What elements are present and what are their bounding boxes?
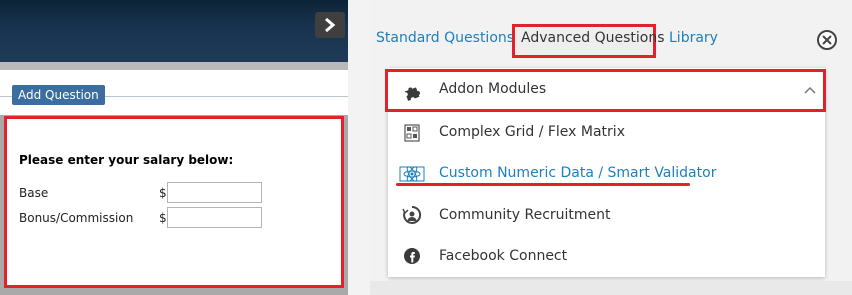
bonus-commission-input[interactable] [167, 207, 262, 228]
panel-footer [370, 281, 852, 295]
atom-icon [399, 166, 425, 182]
bonus-commission-label: Bonus/Commission [19, 211, 134, 225]
base-currency: $ [159, 186, 167, 200]
chevron-up-icon[interactable] [804, 86, 816, 94]
pane-divider [348, 0, 370, 295]
bonus-currency: $ [159, 211, 167, 225]
add-question-button[interactable]: Add Question [12, 85, 105, 105]
menu-item-complex-grid[interactable]: Complex Grid / Flex Matrix [439, 124, 625, 140]
menu-item-community-recruitment[interactable]: Community Recruitment [439, 207, 611, 223]
facebook-icon [404, 248, 420, 264]
puzzle-icon [404, 87, 421, 101]
community-icon [402, 205, 422, 224]
base-input[interactable] [167, 182, 262, 203]
menu-item-custom-numeric-data[interactable]: Custom Numeric Data / Smart Validator [439, 165, 716, 181]
question-title: Please enter your salary below: [19, 153, 234, 167]
question-card[interactable]: Please enter your salary below: Base $ B… [4, 116, 344, 288]
editor-header-bar [0, 0, 348, 62]
highlight-underline [396, 183, 690, 186]
addon-modules-label: Addon Modules [439, 81, 547, 97]
survey-editor-pane: Add Question Please enter your salary be… [0, 0, 348, 295]
base-label: Base [19, 186, 49, 200]
menu-item-facebook-connect[interactable]: Facebook Connect [439, 248, 567, 264]
chevron-right-icon [325, 18, 336, 32]
close-button[interactable] [817, 30, 837, 50]
tab-standard-questions[interactable]: Standard Questions [376, 30, 514, 46]
grid-icon [404, 124, 420, 142]
tab-advanced-questions[interactable]: Advanced Questions [521, 30, 665, 46]
editor-subheader [0, 62, 348, 70]
collapse-panel-button[interactable] [315, 12, 345, 38]
close-icon [822, 35, 832, 45]
tab-library[interactable]: Library [669, 30, 718, 46]
